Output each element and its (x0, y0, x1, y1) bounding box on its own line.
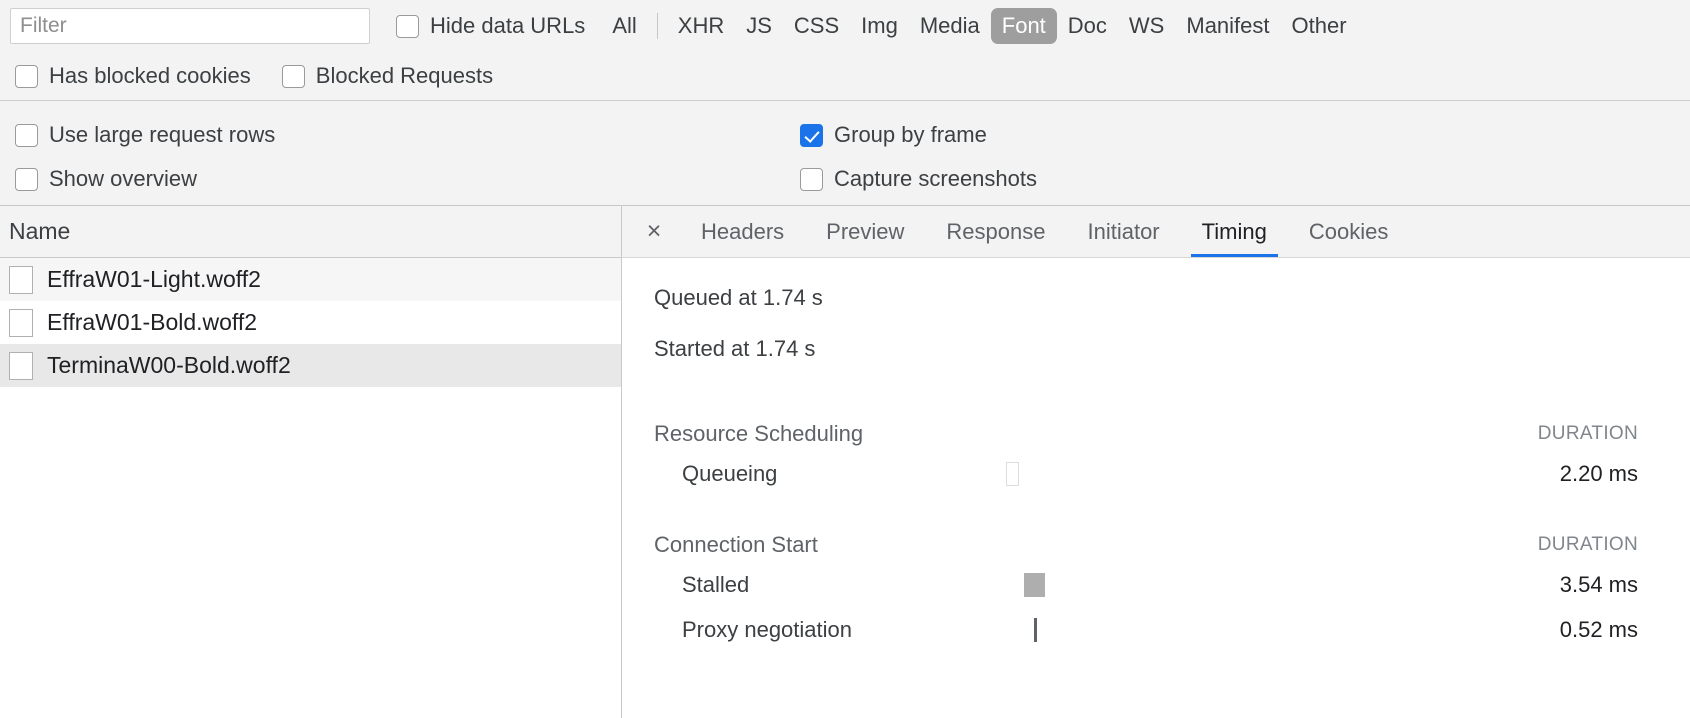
timing-phase-duration: 2.20 ms (1438, 451, 1638, 496)
has-blocked-cookies-label: Has blocked cookies (49, 63, 251, 89)
timing-bar-track (984, 616, 1438, 644)
request-list-header: Name (0, 206, 621, 258)
timing-bar-proxy (1034, 618, 1037, 642)
timing-group-title: Resource Scheduling (654, 385, 984, 451)
request-detail-pane: × Headers Preview Response Initiator Tim… (622, 206, 1690, 718)
type-filter-ws[interactable]: WS (1118, 8, 1175, 44)
group-by-frame-label: Group by frame (834, 122, 987, 148)
duration-column-header: DURATION (1438, 496, 1638, 562)
request-list-body[interactable]: EffraW01-Light.woff2 EffraW01-Bold.woff2… (0, 258, 621, 718)
queued-at-text: Queued at 1.74 s (654, 284, 1638, 313)
group-by-frame-checkbox[interactable] (800, 124, 823, 147)
type-filter-manifest[interactable]: Manifest (1175, 8, 1280, 44)
has-blocked-cookies-checkbox[interactable] (15, 65, 38, 88)
started-at-text: Started at 1.74 s (654, 335, 1638, 364)
row-checkbox[interactable] (9, 309, 33, 337)
timing-row-proxy-negotiation: Proxy negotiation 0.52 ms (654, 607, 1638, 652)
tab-headers[interactable]: Headers (680, 206, 805, 257)
timing-bar-cell (984, 562, 1438, 607)
timing-row-queueing: Queueing 2.20 ms (654, 451, 1638, 496)
request-name: EffraW01-Bold.woff2 (47, 309, 257, 336)
type-filter-divider (657, 13, 658, 39)
timing-phase-duration: 3.54 ms (1438, 562, 1638, 607)
timing-bar-stalled (1024, 573, 1045, 597)
tab-cookies[interactable]: Cookies (1288, 206, 1409, 257)
tab-response[interactable]: Response (925, 206, 1066, 257)
type-filter-css[interactable]: CSS (783, 8, 850, 44)
timing-group-header: Connection Start DURATION (654, 496, 1638, 562)
request-list-pane: Name EffraW01-Light.woff2 EffraW01-Bold.… (0, 206, 622, 718)
timing-phase-duration: 0.52 ms (1438, 607, 1638, 652)
blocked-requests-label: Blocked Requests (316, 63, 493, 89)
timing-bar-track (984, 460, 1438, 488)
table-row[interactable]: TerminaW00-Bold.woff2 (0, 344, 621, 387)
hide-data-urls-label: Hide data URLs (430, 13, 585, 39)
type-filter-all[interactable]: All (601, 8, 647, 44)
type-filter-js[interactable]: JS (735, 8, 783, 44)
column-header-name[interactable]: Name (9, 218, 70, 245)
timing-table: Resource Scheduling DURATION Queueing (654, 385, 1638, 652)
settings-row-1: Use large request rows Group by frame (0, 113, 1690, 157)
timing-bar-cell (984, 607, 1438, 652)
type-filter-other[interactable]: Other (1281, 8, 1358, 44)
timing-phase-label: Stalled (654, 562, 984, 607)
timing-group-header: Resource Scheduling DURATION (654, 385, 1638, 451)
timing-group-spacer (984, 496, 1438, 562)
filter-input[interactable] (10, 8, 370, 44)
timing-row-stalled: Stalled 3.54 ms (654, 562, 1638, 607)
table-row[interactable]: EffraW01-Bold.woff2 (0, 301, 621, 344)
blocked-filters-toolbar: Has blocked cookies Blocked Requests (0, 52, 1690, 101)
timing-panel: Queued at 1.74 s Started at 1.74 s Resou… (622, 258, 1690, 718)
use-large-request-rows-group[interactable]: Use large request rows (0, 122, 800, 148)
show-overview-group[interactable]: Show overview (0, 166, 800, 192)
close-icon[interactable]: × (628, 206, 680, 257)
tab-timing[interactable]: Timing (1181, 206, 1288, 257)
network-settings-pane: Use large request rows Group by frame Sh… (0, 101, 1690, 206)
tab-preview[interactable]: Preview (805, 206, 925, 257)
network-filter-toolbar: Hide data URLs All XHR JS CSS Img Media … (0, 0, 1690, 52)
show-overview-checkbox[interactable] (15, 168, 38, 191)
capture-screenshots-checkbox[interactable] (800, 168, 823, 191)
devtools-network-panel: Hide data URLs All XHR JS CSS Img Media … (0, 0, 1690, 718)
tab-initiator[interactable]: Initiator (1066, 206, 1180, 257)
blocked-requests-checkbox-group[interactable]: Blocked Requests (282, 63, 493, 89)
type-filter-font[interactable]: Font (991, 8, 1057, 44)
blocked-requests-checkbox[interactable] (282, 65, 305, 88)
has-blocked-cookies-checkbox-group[interactable]: Has blocked cookies (15, 63, 251, 89)
timing-phase-label: Proxy negotiation (654, 607, 984, 652)
show-overview-label: Show overview (49, 166, 197, 192)
type-filter-xhr[interactable]: XHR (667, 8, 735, 44)
timing-phase-label: Queueing (654, 451, 984, 496)
settings-row-2: Show overview Capture screenshots (0, 157, 1690, 201)
type-filter-doc[interactable]: Doc (1057, 8, 1118, 44)
use-large-request-rows-checkbox[interactable] (15, 124, 38, 147)
duration-column-header: DURATION (1438, 385, 1638, 451)
request-name: EffraW01-Light.woff2 (47, 266, 261, 293)
hide-data-urls-checkbox[interactable] (396, 15, 419, 38)
timing-bar-track (984, 571, 1438, 599)
use-large-request-rows-label: Use large request rows (49, 122, 275, 148)
timing-bar-cell (984, 451, 1438, 496)
network-split-view: Name EffraW01-Light.woff2 EffraW01-Bold.… (0, 206, 1690, 718)
request-name: TerminaW00-Bold.woff2 (47, 352, 291, 379)
detail-tab-bar: × Headers Preview Response Initiator Tim… (622, 206, 1690, 258)
row-checkbox[interactable] (9, 352, 33, 380)
type-filter-img[interactable]: Img (850, 8, 909, 44)
timing-group-title: Connection Start (654, 496, 984, 562)
type-filter-media[interactable]: Media (909, 8, 991, 44)
row-checkbox[interactable] (9, 266, 33, 294)
hide-data-urls-checkbox-group[interactable]: Hide data URLs (396, 13, 585, 39)
capture-screenshots-label: Capture screenshots (834, 166, 1037, 192)
resource-type-filters: All XHR JS CSS Img Media Font Doc WS Man… (601, 8, 1357, 44)
group-by-frame-group[interactable]: Group by frame (800, 122, 987, 148)
capture-screenshots-group[interactable]: Capture screenshots (800, 166, 1037, 192)
timing-bar-queueing (1006, 462, 1019, 486)
table-row[interactable]: EffraW01-Light.woff2 (0, 258, 621, 301)
timing-group-spacer (984, 385, 1438, 451)
